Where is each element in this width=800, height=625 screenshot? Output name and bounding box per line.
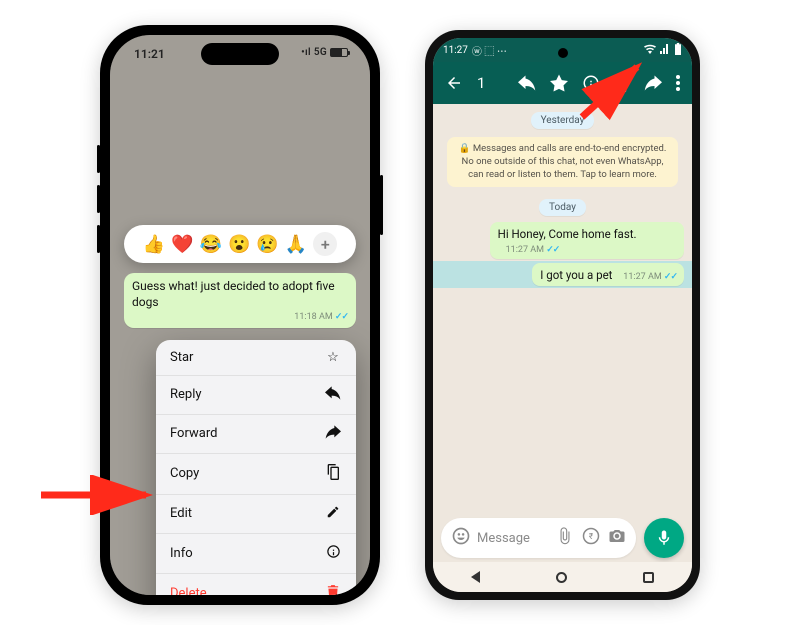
network-label: 5G: [314, 47, 327, 58]
back-icon[interactable]: [445, 74, 463, 92]
menu-info[interactable]: Info: [156, 534, 356, 574]
menu-reply-label: Reply: [170, 387, 202, 402]
android-nav-bar: [433, 562, 692, 592]
message-time: 11:27 AM: [623, 272, 661, 282]
android-screen: 11:27 ⓦ ⬚ ⋯ 1: [433, 38, 692, 592]
menu-delete[interactable]: Delete: [156, 574, 356, 595]
mic-button[interactable]: [644, 518, 684, 558]
reply-icon[interactable]: [518, 75, 536, 91]
punch-hole-camera: [558, 48, 568, 58]
reaction-pray[interactable]: 🙏: [285, 234, 307, 255]
menu-edit-label: Edit: [170, 506, 192, 521]
wifi-icon: [644, 44, 656, 57]
reaction-bar: 👍 ❤️ 😂 😮 😢 🙏 +: [124, 225, 356, 263]
overflow-icon[interactable]: [676, 75, 680, 91]
message-row-2-selected[interactable]: I got you a pet 11:27 AM ✓✓: [433, 261, 692, 288]
read-ticks-icon: ✓✓: [546, 245, 559, 255]
menu-star-label: Star: [170, 350, 193, 365]
status-right: •ıl 5G: [301, 47, 348, 58]
reaction-sad[interactable]: 😢: [256, 234, 278, 255]
selection-count: 1: [477, 74, 485, 92]
pencil-icon: [324, 505, 342, 523]
menu-copy-label: Copy: [170, 466, 199, 481]
status-icons-left: ⓦ ⬚ ⋯: [472, 43, 507, 58]
nav-recents-icon[interactable]: [643, 572, 654, 583]
reaction-thumbs-up[interactable]: 👍: [143, 234, 165, 255]
menu-copy[interactable]: Copy: [156, 454, 356, 495]
reply-icon: [324, 386, 342, 404]
message-text: I got you a pet: [540, 268, 612, 282]
emoji-icon[interactable]: [451, 526, 471, 550]
date-chip-today: Today: [539, 199, 586, 216]
status-time: 11:21: [134, 47, 165, 61]
selection-action-bar: 1: [433, 62, 692, 104]
selected-message-bubble[interactable]: Guess what! just decided to adopt five d…: [124, 273, 356, 328]
trash-icon[interactable]: [614, 74, 630, 92]
copy-icon: [324, 464, 342, 484]
message-text: Guess what! just decided to adopt five d…: [132, 279, 348, 310]
info-icon[interactable]: [582, 74, 600, 92]
reaction-wow[interactable]: 😮: [228, 234, 250, 255]
input-placeholder: Message: [477, 531, 548, 546]
message-meta: 11:18 AM ✓✓: [132, 312, 348, 324]
menu-forward[interactable]: Forward: [156, 415, 356, 454]
encryption-notice[interactable]: 🔒 Messages and calls are end-to-end encr…: [447, 137, 678, 187]
camera-icon[interactable]: [608, 527, 626, 549]
menu-star[interactable]: Star ☆: [156, 340, 356, 376]
menu-edit[interactable]: Edit: [156, 495, 356, 534]
status-time: 11:27: [443, 45, 468, 56]
context-menu: Star ☆ Reply Forward Copy: [156, 340, 356, 595]
svg-text:₹: ₹: [589, 532, 594, 542]
star-icon: ☆: [324, 350, 342, 365]
message-text: Hi Honey, Come home fast.: [498, 227, 637, 241]
message-time: 11:27 AM: [506, 245, 544, 255]
menu-info-label: Info: [170, 546, 193, 561]
reaction-heart[interactable]: ❤️: [171, 234, 193, 255]
forward-icon[interactable]: [644, 75, 662, 91]
menu-reply[interactable]: Reply: [156, 376, 356, 415]
signal-icon: [660, 44, 670, 57]
nav-back-icon[interactable]: [471, 571, 480, 583]
date-chip-yesterday: Yesterday: [531, 112, 595, 129]
message-context: 👍 ❤️ 😂 😮 😢 🙏 + Guess what! just decided …: [124, 225, 356, 595]
dynamic-island: [201, 43, 279, 65]
menu-delete-label: Delete: [170, 586, 207, 595]
trash-icon: [324, 584, 342, 595]
info-icon: [324, 544, 342, 563]
menu-forward-label: Forward: [170, 426, 217, 441]
message-input[interactable]: Message ₹: [441, 518, 636, 558]
signal-icon: •ıl: [301, 47, 311, 58]
nav-home-icon[interactable]: [556, 572, 567, 583]
android-device-frame: 11:27 ⓦ ⬚ ⋯ 1: [425, 30, 700, 600]
battery-icon: [674, 43, 682, 58]
read-ticks-icon: ✓✓: [664, 272, 677, 282]
iphone-device-frame: 11:21 •ıl 5G 👍 ❤️ 😂 😮 😢 🙏 + Guess what! …: [100, 25, 380, 605]
message-time: 11:18 AM: [294, 312, 332, 322]
forward-icon: [324, 425, 342, 443]
reaction-laugh[interactable]: 😂: [200, 234, 222, 255]
composer: Message ₹: [441, 518, 684, 558]
message-row-1[interactable]: Hi Honey, Come home fast. 11:27 AM ✓✓: [433, 220, 692, 261]
read-ticks-icon: ✓✓: [335, 312, 348, 322]
star-icon[interactable]: [550, 74, 568, 92]
battery-icon: [330, 48, 348, 57]
rupee-icon[interactable]: ₹: [582, 527, 600, 549]
attach-icon[interactable]: [556, 527, 574, 549]
reaction-more-icon[interactable]: +: [313, 232, 337, 256]
iphone-screen: 11:21 •ıl 5G 👍 ❤️ 😂 😮 😢 🙏 + Guess what! …: [110, 35, 370, 595]
